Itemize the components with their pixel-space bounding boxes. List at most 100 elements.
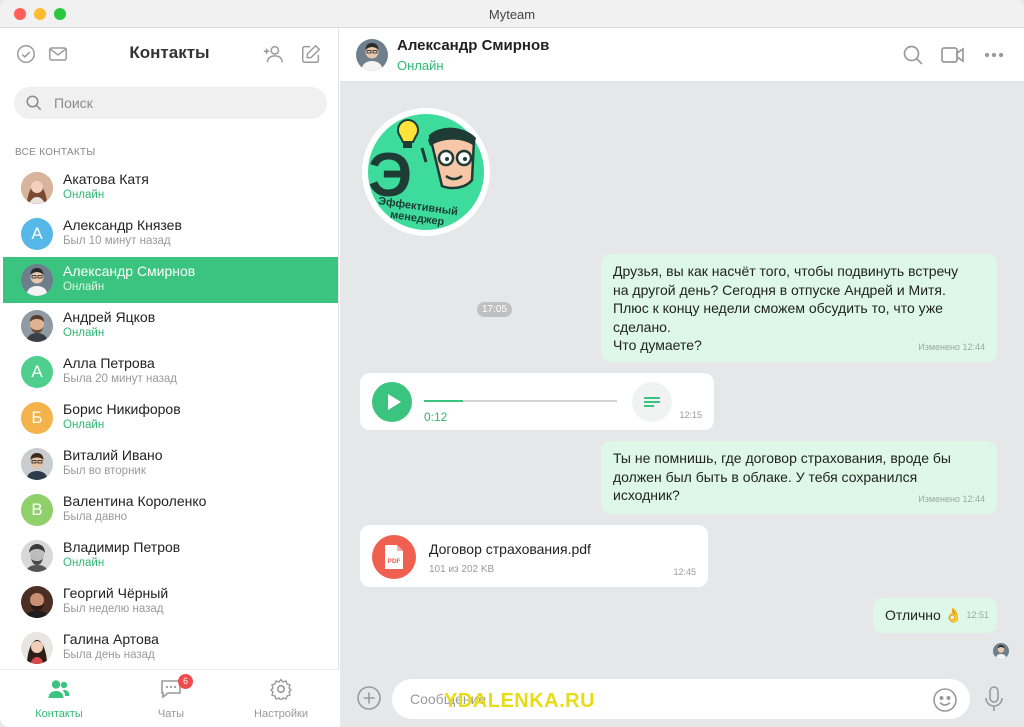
file-size: 101 из 202 KB xyxy=(429,564,495,575)
chat-header: Александр Смирнов Онлайн xyxy=(340,28,1024,82)
window-title: Myteam xyxy=(488,7,536,22)
message-text: Друзья, вы как насчёт того, чтобы подвин… xyxy=(613,263,959,279)
contact-item-yatskov[interactable]: Андрей Яцков Онлайн xyxy=(3,303,338,349)
tab-chats[interactable]: 6 Чаты xyxy=(126,674,216,720)
contact-item-korolenko[interactable]: В Валентина Короленко Была давно xyxy=(3,487,338,533)
contact-item-akatova[interactable]: Акатова Катя Онлайн xyxy=(3,165,338,211)
tab-label: Контакты xyxy=(35,708,83,720)
attach-button[interactable] xyxy=(356,685,382,711)
chat-pane: Александр Смирнов Онлайн Э Эффективный м… xyxy=(340,28,1024,727)
transcribe-button[interactable] xyxy=(632,382,672,422)
tab-label: Настройки xyxy=(254,708,308,720)
contact-status: Онлайн xyxy=(63,557,105,569)
file-name[interactable]: Договор страхования.pdf xyxy=(429,540,591,559)
outgoing-message[interactable]: Отлично 👌 12:51 xyxy=(873,598,997,633)
avatar: Б xyxy=(21,402,53,434)
bottom-tab-bar: Контакты 6 Чаты Настройки xyxy=(0,669,339,727)
search-box[interactable] xyxy=(14,87,327,119)
chat-avatar[interactable] xyxy=(356,39,388,71)
file-message[interactable]: PDF Договор страхования.pdf 101 из 202 K… xyxy=(360,525,708,587)
ok-hand-emoji: 👌 xyxy=(944,607,963,623)
tab-contacts[interactable]: Контакты xyxy=(14,678,104,720)
search-icon xyxy=(26,95,42,111)
avatar: А xyxy=(21,356,53,388)
contact-name: Владимир Петров xyxy=(63,539,181,555)
message-text: Ты не помнишь, где договор страхования, … xyxy=(613,450,951,466)
compose-icon[interactable] xyxy=(299,42,323,66)
microphone-icon xyxy=(985,686,1003,711)
pdf-file-icon: PDF xyxy=(372,535,416,579)
contact-status: Была давно xyxy=(63,511,128,523)
message-text: на другой день? Сегодня в отпуске Андрей… xyxy=(613,281,946,298)
play-button[interactable] xyxy=(372,382,412,422)
contact-item-ivano[interactable]: Виталий Ивано Был во вторник xyxy=(3,441,338,487)
smile-icon xyxy=(933,688,957,712)
audio-progress-fill xyxy=(424,400,463,402)
contact-item-petrova[interactable]: А Алла Петрова Была 20 минут назад xyxy=(3,349,338,395)
contact-item-v-petrov[interactable]: Владимир Петров Онлайн xyxy=(3,533,338,579)
read-receipt-avatar xyxy=(993,643,1009,659)
contact-name: Виталий Ивано xyxy=(63,447,163,463)
video-call-icon[interactable] xyxy=(940,43,966,67)
audio-duration: 0:12 xyxy=(424,410,448,424)
sidebar: Контакты ВСЕ КОНТАКТЫ Акатова Катя Онлай… xyxy=(0,28,339,727)
contact-status: Был во вторник xyxy=(63,465,146,477)
chat-contact-status: Онлайн xyxy=(397,58,444,73)
contact-name: Акатова Катя xyxy=(63,171,149,187)
contact-status: Онлайн xyxy=(63,327,105,339)
outgoing-message[interactable]: Друзья, вы как насчёт того, чтобы подвин… xyxy=(601,254,997,362)
tab-settings[interactable]: Настройки xyxy=(236,678,326,720)
message-text: Плюс к концу недели сможем обсудить то, … xyxy=(613,300,943,316)
contact-name: Алла Петрова xyxy=(63,355,155,371)
message-text: сделано. xyxy=(613,318,671,335)
message-time: 12:15 xyxy=(679,409,702,420)
contact-item-knyazev[interactable]: А Александр Князев Был 10 минут назад xyxy=(3,211,338,257)
unread-badge: 6 xyxy=(178,674,193,689)
outgoing-message[interactable]: Ты не помнишь, где договор страхования, … xyxy=(601,441,997,514)
contact-name: Александр Смирнов xyxy=(63,263,196,279)
contact-item-artova[interactable]: Галина Артова Была день назад xyxy=(3,625,338,671)
message-meta: Изменено 12:44 xyxy=(918,341,985,352)
voice-record-button[interactable] xyxy=(982,685,1006,713)
message-meta: Изменено 12:44 xyxy=(918,493,985,504)
avatar xyxy=(21,448,53,480)
contact-item-nikiforov[interactable]: Б Борис Никифоров Онлайн xyxy=(3,395,338,441)
contact-status: Был неделю назад xyxy=(63,603,164,615)
avatar: В xyxy=(21,494,53,526)
contact-name: Борис Никифоров xyxy=(63,401,181,417)
avatar xyxy=(21,540,53,572)
avatar xyxy=(21,310,53,342)
contact-status: Онлайн xyxy=(63,281,105,293)
sidebar-title: Контакты xyxy=(129,43,210,62)
contact-name: Галина Артова xyxy=(63,631,159,647)
contact-status: Онлайн xyxy=(63,419,105,431)
more-options-icon[interactable] xyxy=(982,43,1006,67)
audio-progress-track[interactable] xyxy=(424,400,617,402)
contact-item-smirnov[interactable]: Александр Смирнов Онлайн xyxy=(3,257,338,303)
sidebar-header: Контакты xyxy=(0,28,339,80)
message-time: 17:05 xyxy=(477,302,513,317)
contact-list: Акатова Катя Онлайн А Александр Князев Б… xyxy=(3,165,338,671)
search-input[interactable] xyxy=(54,93,314,113)
avatar xyxy=(21,264,53,296)
contact-name: Александр Князев xyxy=(63,217,182,233)
message-text: должен был быть в облаке. У тебя сохрани… xyxy=(613,468,918,485)
tab-label: Чаты xyxy=(157,708,185,720)
contact-name: Георгий Чёрный xyxy=(63,585,169,601)
message-time: 12:51 xyxy=(966,609,989,620)
contact-status: Был 10 минут назад xyxy=(63,235,171,247)
contact-status: Онлайн xyxy=(63,189,105,201)
title-bar: Myteam xyxy=(0,0,1024,28)
message-text: Отлично xyxy=(885,607,941,623)
contact-item-chyorny[interactable]: Георгий Чёрный Был неделю назад xyxy=(3,579,338,625)
emoji-button[interactable] xyxy=(932,687,958,713)
add-contact-icon[interactable] xyxy=(261,42,285,66)
contacts-icon xyxy=(48,680,70,698)
chat-contact-name[interactable]: Александр Смирнов xyxy=(397,37,549,54)
app-window: Myteam Контакты ВСЕ КОНТАКТЫ xyxy=(0,0,1024,727)
voice-message: 0:12 12:15 xyxy=(360,373,714,430)
sticker-message[interactable]: Э Эффективный менеджер 17:05 xyxy=(360,106,513,317)
search-icon[interactable] xyxy=(901,43,925,67)
avatar: А xyxy=(21,218,53,250)
message-time: 12:45 xyxy=(673,566,696,577)
